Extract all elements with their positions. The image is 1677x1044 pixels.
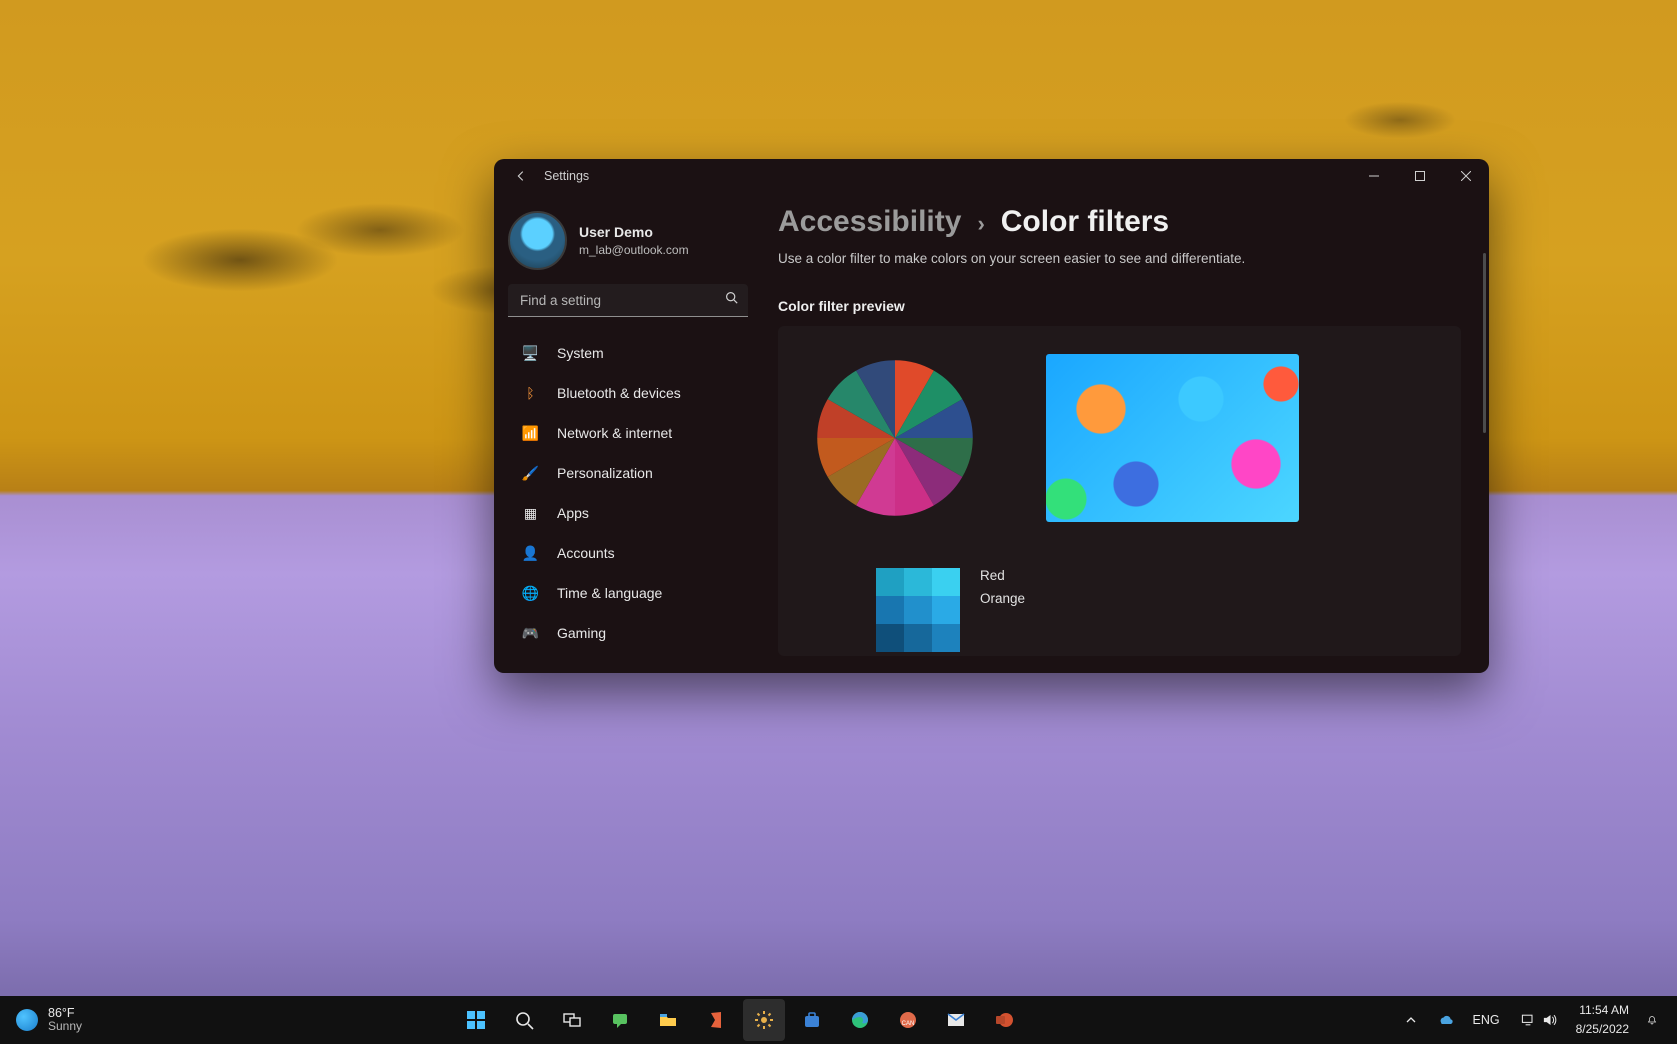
taskbar-app-office[interactable] bbox=[695, 999, 737, 1041]
taskbar-app-settings[interactable] bbox=[743, 999, 785, 1041]
user-name: User Demo bbox=[579, 224, 689, 240]
preview-heading: Color filter preview bbox=[778, 266, 1461, 314]
nav-personalization[interactable]: 🖌️ Personalization bbox=[500, 453, 756, 493]
clock-date: 8/25/2022 bbox=[1576, 1023, 1629, 1036]
sample-photo-preview bbox=[1046, 354, 1299, 522]
network-volume-tray[interactable] bbox=[1514, 1004, 1564, 1036]
time-icon: 🌐 bbox=[522, 585, 539, 602]
color-name-red: Red bbox=[980, 568, 1025, 583]
nav-network[interactable]: 📶 Network & internet bbox=[500, 413, 756, 453]
breadcrumb: Accessibility › Color filters bbox=[778, 199, 1461, 239]
apps-icon: ▦ bbox=[522, 505, 539, 522]
language-label: ENG bbox=[1473, 1013, 1500, 1027]
gaming-icon: 🎮 bbox=[522, 625, 539, 642]
settings-content: Accessibility › Color filters Use a colo… bbox=[762, 193, 1489, 673]
nav-label: Bluetooth & devices bbox=[557, 385, 681, 401]
taskbar-app-edge[interactable] bbox=[839, 999, 881, 1041]
accounts-icon: 👤 bbox=[522, 545, 539, 562]
clock-tray[interactable]: 11:54 AM 8/25/2022 bbox=[1572, 1004, 1633, 1036]
nav-time-language[interactable]: 🌐 Time & language bbox=[500, 573, 756, 613]
window-titlebar: Settings bbox=[494, 159, 1489, 193]
bluetooth-icon: ᛒ bbox=[522, 385, 539, 402]
settings-nav: 🖥️ System ᛒ Bluetooth & devices 📶 Networ… bbox=[494, 323, 762, 653]
taskbar-app-edge-canary[interactable]: CAN bbox=[887, 999, 929, 1041]
weather-desc: Sunny bbox=[48, 1020, 82, 1033]
notifications-button[interactable] bbox=[1641, 1009, 1663, 1031]
user-email: m_lab@outlook.com bbox=[579, 243, 689, 257]
breadcrumb-current: Color filters bbox=[1001, 205, 1169, 239]
nav-label: Network & internet bbox=[557, 425, 672, 441]
user-account-block[interactable]: User Demo m_lab@outlook.com bbox=[494, 203, 762, 284]
taskbar: 86°F Sunny bbox=[0, 996, 1677, 1044]
user-avatar-icon bbox=[508, 211, 567, 270]
network-icon: 📶 bbox=[522, 425, 539, 442]
tray-overflow-button[interactable] bbox=[1399, 1004, 1423, 1036]
tray-onedrive-icon[interactable] bbox=[1431, 1004, 1459, 1036]
nav-system[interactable]: 🖥️ System bbox=[500, 333, 756, 373]
start-button[interactable] bbox=[455, 999, 497, 1041]
search-input-field[interactable] bbox=[520, 293, 714, 308]
page-description: Use a color filter to make colors on you… bbox=[778, 239, 1461, 266]
taskbar-app-explorer[interactable] bbox=[647, 999, 689, 1041]
nav-bluetooth[interactable]: ᛒ Bluetooth & devices bbox=[500, 373, 756, 413]
nav-label: Personalization bbox=[557, 465, 653, 481]
color-name-orange: Orange bbox=[980, 591, 1025, 606]
close-button[interactable] bbox=[1443, 159, 1489, 193]
task-view-button[interactable] bbox=[551, 999, 593, 1041]
nav-label: Apps bbox=[557, 505, 589, 521]
nav-label: System bbox=[557, 345, 604, 361]
personalization-icon: 🖌️ bbox=[522, 465, 539, 482]
weather-temp: 86°F bbox=[48, 1007, 82, 1021]
nav-label: Time & language bbox=[557, 585, 662, 601]
weather-icon bbox=[16, 1009, 38, 1031]
settings-sidebar: User Demo m_lab@outlook.com 🖥️ System bbox=[494, 193, 762, 673]
taskbar-app-powerpoint[interactable] bbox=[983, 999, 1025, 1041]
back-button[interactable] bbox=[504, 159, 538, 193]
color-wheel-preview bbox=[814, 357, 976, 519]
system-icon: 🖥️ bbox=[522, 345, 539, 362]
color-filter-preview-card: Red Orange bbox=[778, 326, 1461, 656]
language-indicator[interactable]: ENG bbox=[1467, 1004, 1506, 1036]
nav-accounts[interactable]: 👤 Accounts bbox=[500, 533, 756, 573]
taskbar-app-store[interactable] bbox=[791, 999, 833, 1041]
taskbar-app-mail[interactable] bbox=[935, 999, 977, 1041]
nav-label: Accounts bbox=[557, 545, 615, 561]
color-names-list: Red Orange bbox=[980, 568, 1025, 606]
search-icon bbox=[725, 291, 738, 309]
minimize-button[interactable] bbox=[1351, 159, 1397, 193]
maximize-button[interactable] bbox=[1397, 159, 1443, 193]
breadcrumb-parent[interactable]: Accessibility bbox=[778, 205, 961, 239]
nav-gaming[interactable]: 🎮 Gaming bbox=[500, 613, 756, 653]
nav-apps[interactable]: ▦ Apps bbox=[500, 493, 756, 533]
clock-time: 11:54 AM bbox=[1579, 1004, 1629, 1017]
settings-window: Settings User Demo m_lab@outlook.com bbox=[494, 159, 1489, 673]
scrollbar[interactable] bbox=[1483, 253, 1486, 433]
search-settings-input[interactable] bbox=[508, 284, 748, 317]
weather-widget[interactable]: 86°F Sunny bbox=[8, 1007, 82, 1034]
window-title: Settings bbox=[538, 169, 589, 183]
taskbar-apps: CAN bbox=[82, 999, 1398, 1041]
nav-label: Gaming bbox=[557, 625, 606, 641]
taskbar-app-chat[interactable] bbox=[599, 999, 641, 1041]
taskbar-search-button[interactable] bbox=[503, 999, 545, 1041]
color-swatch-grid bbox=[876, 568, 960, 652]
system-tray: ENG 11:54 AM 8/25/2022 bbox=[1399, 1004, 1669, 1036]
svg-text:CAN: CAN bbox=[902, 1021, 915, 1027]
user-texts: User Demo m_lab@outlook.com bbox=[579, 224, 689, 257]
chevron-right-icon: › bbox=[977, 211, 984, 237]
